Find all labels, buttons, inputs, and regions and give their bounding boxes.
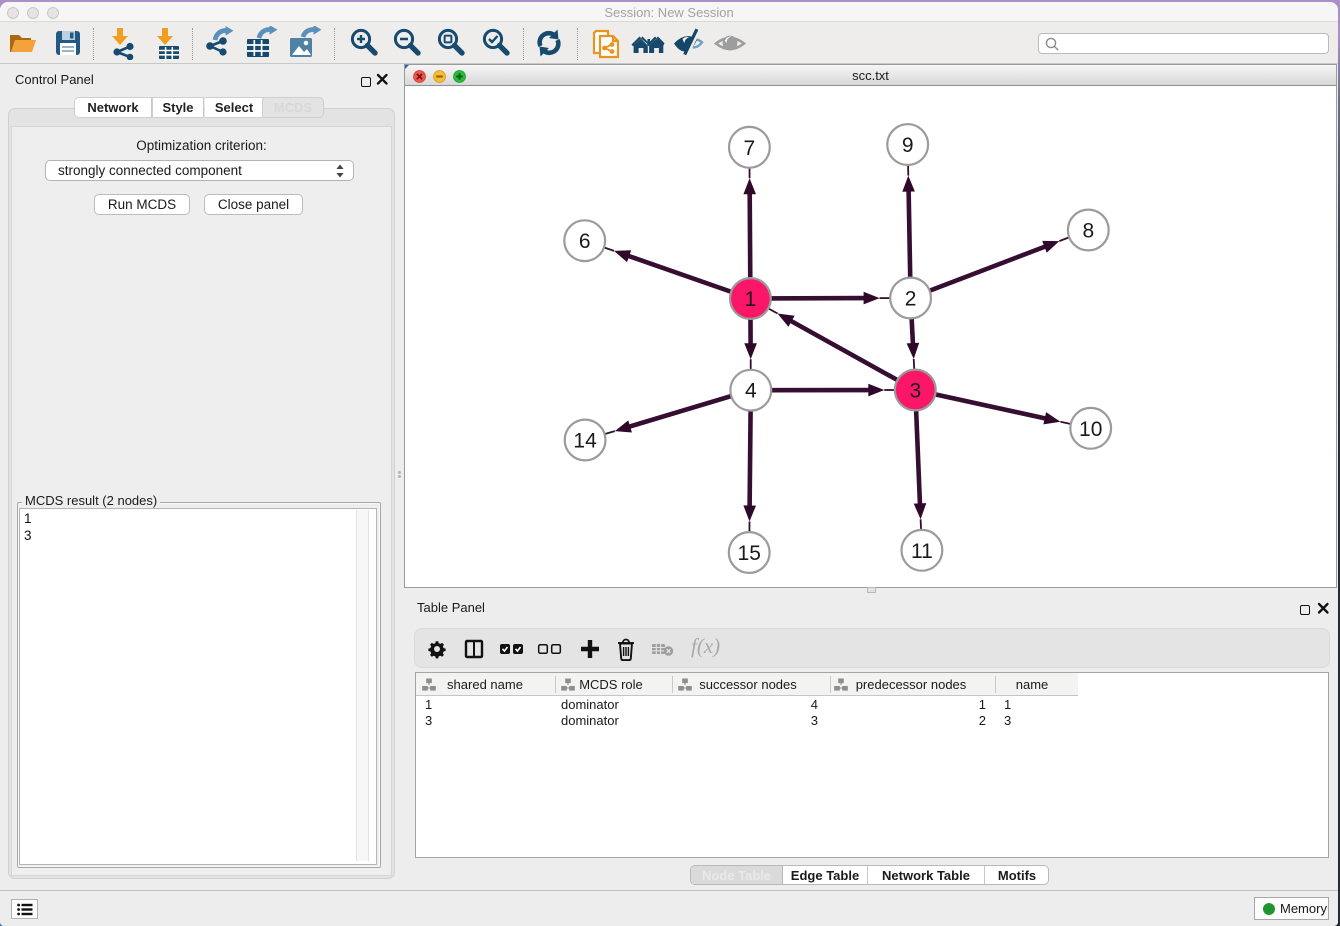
svg-text:4: 4 bbox=[745, 380, 757, 403]
svg-text:1: 1 bbox=[745, 288, 757, 311]
svg-text:2: 2 bbox=[905, 288, 917, 311]
svg-text:8: 8 bbox=[1082, 220, 1094, 243]
svg-text:15: 15 bbox=[738, 542, 761, 565]
svg-text:3: 3 bbox=[909, 380, 921, 403]
svg-text:11: 11 bbox=[911, 540, 933, 563]
svg-text:14: 14 bbox=[573, 430, 597, 453]
svg-text:7: 7 bbox=[744, 137, 756, 160]
svg-text:9: 9 bbox=[902, 134, 914, 157]
svg-text:10: 10 bbox=[1079, 418, 1102, 441]
svg-text:6: 6 bbox=[579, 230, 591, 253]
